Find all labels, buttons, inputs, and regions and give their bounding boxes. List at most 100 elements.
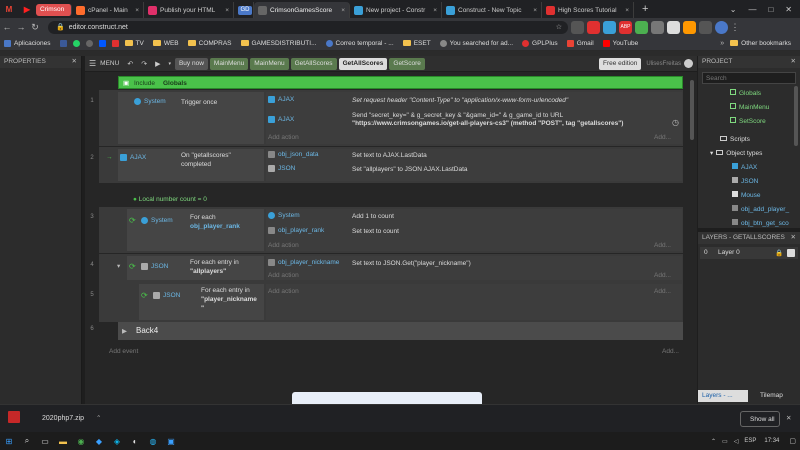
reload-icon[interactable]: ↻	[28, 22, 42, 33]
object-btn-get-score[interactable]: obj_btn_get_sco	[732, 219, 789, 227]
action-object[interactable]: AJAX	[268, 96, 294, 103]
add-event-link[interactable]: Add event	[109, 348, 138, 355]
windows-start-icon[interactable]: ⊞	[0, 432, 18, 450]
add-action-link[interactable]: Add action	[268, 272, 299, 279]
play-icon[interactable]: ▶	[155, 60, 160, 68]
whatsapp-icon[interactable]	[72, 39, 80, 47]
collapse-arrow-icon[interactable]: ▾	[710, 150, 713, 157]
tray-chevron-icon[interactable]: ⌃	[711, 438, 716, 445]
redo-icon[interactable]: ↷	[141, 60, 147, 68]
tab-tilemap[interactable]: Tilemap	[750, 390, 798, 402]
bookmark-youtube[interactable]: YouTube	[602, 39, 638, 47]
profile-avatar[interactable]	[715, 20, 728, 34]
action-object[interactable]: obj_player_rank	[268, 227, 324, 234]
event-2-conditions[interactable]: → AJAX On "getallscores" completed	[106, 149, 264, 181]
lock-icon[interactable]: 🔒	[775, 249, 783, 257]
close-icon[interactable]: ×	[622, 7, 629, 14]
close-icon[interactable]: ✕	[791, 232, 796, 244]
add-menu-link[interactable]: Add...	[662, 348, 679, 355]
adblock-icon[interactable]: ABP	[619, 20, 632, 34]
extension-icon[interactable]	[667, 20, 680, 34]
app-icon[interactable]: ◍	[144, 432, 162, 450]
tab-mainmenu-events[interactable]: MainMenu	[250, 57, 289, 70]
user-avatar[interactable]	[684, 59, 693, 68]
tab-new-project[interactable]: New project - Constr ×	[350, 2, 442, 18]
new-tab-button[interactable]: +	[642, 3, 648, 15]
tab-mainmenu-layout[interactable]: MainMenu	[209, 57, 249, 70]
extension-bookmark-icon[interactable]	[111, 39, 119, 47]
url-bar[interactable]: 🔒 editor.construct.net ☆	[48, 20, 568, 34]
bookmark-web[interactable]: WEB	[152, 40, 179, 47]
action-text[interactable]: Add 1 to count	[352, 213, 394, 220]
close-icon[interactable]: ×	[530, 7, 537, 14]
event-sheet-scrollbar[interactable]	[690, 80, 694, 140]
event-5-conditions[interactable]: ⟳ JSON For each entry in "player_nicknam…	[139, 284, 264, 320]
behance-icon[interactable]	[98, 39, 106, 47]
download-filename[interactable]: 2020php7.zip	[42, 415, 84, 422]
username[interactable]: UlisesFreitas	[646, 61, 681, 67]
minimize-icon[interactable]: —	[748, 5, 756, 14]
tab-getscore[interactable]: GetScore	[389, 57, 425, 70]
chevron-up-icon[interactable]: ⌃	[96, 414, 101, 422]
action-object[interactable]: System	[268, 212, 300, 219]
gmail-pinned-tab[interactable]: M	[0, 0, 18, 18]
extension-icon[interactable]	[571, 20, 584, 34]
group-back4[interactable]: ▶ Back4	[118, 322, 683, 340]
action-text[interactable]: Set request header "Content-Type" to "ap…	[352, 97, 568, 104]
include-row[interactable]: ▣ Include Globals	[118, 76, 683, 89]
close-icon[interactable]: ✕	[791, 56, 796, 68]
close-window-icon[interactable]: ✕	[785, 5, 792, 14]
tab-publish[interactable]: Publish your HTML ×	[144, 2, 234, 18]
project-scrollbar[interactable]	[794, 86, 798, 146]
action-text[interactable]: "https://www.crimsongames.io/get-all-pla…	[352, 120, 623, 127]
bookmark-gplplus[interactable]: GPLPlus	[522, 39, 558, 47]
layer-row[interactable]: 0 Layer 0 🔒	[700, 247, 798, 259]
bookmark-correo[interactable]: Correo temporal - ...	[325, 39, 394, 47]
show-all-button[interactable]: Show all	[740, 411, 780, 427]
close-icon[interactable]: ✕	[72, 56, 77, 68]
action-text[interactable]: Set text to JSON.Get("player_nickname")	[352, 260, 471, 267]
bookmark-gamesdistribution[interactable]: GAMESDISTRIBUTI...	[240, 40, 317, 47]
action-object[interactable]: obj_json_data	[268, 151, 318, 158]
action-text[interactable]: Send "secret_key=" & g_secret_key & "&ga…	[352, 112, 563, 119]
play-dropdown-icon[interactable]: ▾	[168, 61, 171, 67]
add-menu-link[interactable]: Add...	[654, 272, 671, 279]
project-item-globals[interactable]: Globals	[730, 89, 761, 97]
project-item-mainmenu[interactable]: MainMenu	[730, 103, 769, 111]
action-object[interactable]: JSON	[268, 165, 295, 172]
bookmark-compras[interactable]: COMPRAS	[187, 40, 232, 47]
action-text[interactable]: Set text to AJAX.LastData	[352, 152, 427, 159]
object-add-player[interactable]: obj_add_player_	[732, 205, 789, 213]
volume-icon[interactable]: ◁	[734, 438, 739, 445]
expand-arrow-icon[interactable]: ▶	[122, 327, 127, 335]
action-object[interactable]: obj_player_nickname	[268, 259, 339, 266]
menu-dots-icon[interactable]: ⋮	[728, 22, 742, 33]
local-variable[interactable]: ● Local number count = 0	[133, 196, 207, 203]
bookmark-other[interactable]: Other bookmarks	[730, 40, 791, 47]
extension-icon[interactable]	[683, 20, 696, 34]
bookmarks-overflow-icon[interactable]: »	[720, 40, 724, 47]
facebook-icon[interactable]	[59, 39, 67, 47]
add-action-link[interactable]: Add action	[268, 288, 299, 295]
tab-crimsongamesscore[interactable]: CrimsonGamesScore ×	[254, 2, 350, 18]
tab-getallscores-layout[interactable]: GetAllScores	[290, 57, 337, 70]
project-item-setscore[interactable]: SetScore	[730, 117, 766, 125]
forward-icon[interactable]: →	[14, 22, 28, 32]
notifications-icon[interactable]: ▢	[789, 437, 796, 445]
add-menu-link[interactable]: Add...	[654, 288, 671, 295]
add-action-link[interactable]: Add action	[268, 134, 299, 141]
back-icon[interactable]: ←	[0, 22, 14, 32]
close-icon[interactable]: ✕	[786, 414, 791, 422]
action-text[interactable]: Set text to count	[352, 228, 399, 235]
tab-crimson[interactable]: Crimson	[36, 3, 72, 16]
visibility-checkbox[interactable]	[787, 249, 795, 257]
add-action-link[interactable]: Add action	[268, 242, 299, 249]
extension-icon[interactable]	[635, 20, 648, 34]
event-4-conditions[interactable]: ▾ ⟳ JSON For each entry in "allplayers"	[117, 256, 264, 280]
object-ajax[interactable]: AJAX	[732, 163, 757, 171]
tab-highscores[interactable]: High Scores Tutorial ×	[542, 2, 634, 18]
add-menu-link[interactable]: Add...	[654, 242, 671, 249]
folder-scripts[interactable]: Scripts	[720, 136, 750, 143]
language-indicator[interactable]: ESP	[744, 438, 756, 444]
extension-icon[interactable]	[587, 20, 600, 34]
